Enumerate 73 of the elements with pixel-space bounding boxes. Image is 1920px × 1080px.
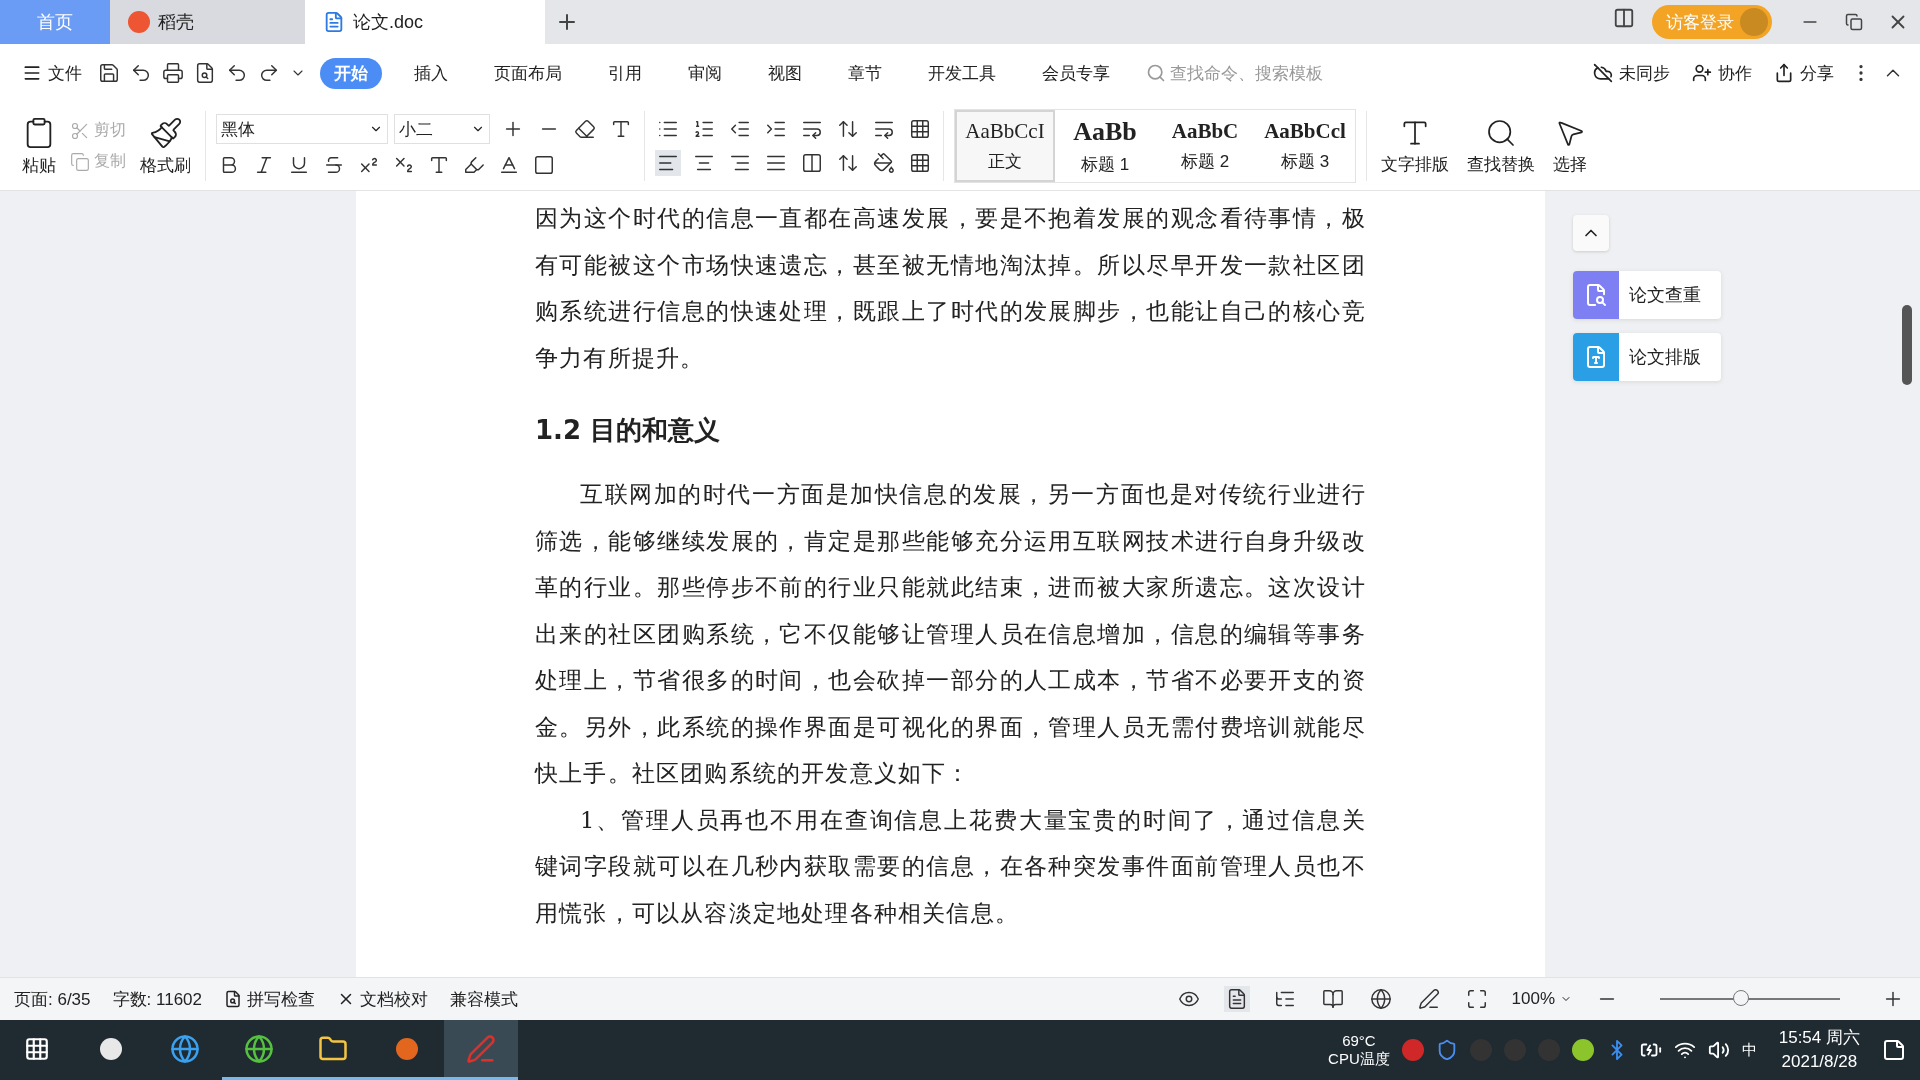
- tab-label: 首页: [37, 11, 73, 34]
- style-preview: AaBbC: [1171, 119, 1239, 144]
- ribbon-tab[interactable]: 会员专享: [1028, 57, 1124, 89]
- page-view-icon[interactable]: [1223, 986, 1250, 1012]
- ribbon-tab[interactable]: 开发工具: [914, 57, 1010, 89]
- style-label: 标题 1: [1080, 153, 1130, 176]
- style-preview: AaBbCcI: [965, 119, 1045, 144]
- find-tool-button[interactable]: 查找替换: [1463, 116, 1539, 176]
- cpu-temperature: 69°C CPU温度: [1328, 1032, 1390, 1068]
- thesis-tool-button[interactable]: 论文排版: [1573, 333, 1721, 381]
- ribbon-tab[interactable]: 章节: [834, 57, 896, 89]
- avatar-icon: [1740, 8, 1768, 36]
- compat-mode-label: 兼容模式: [450, 988, 518, 1011]
- layout-tool-button[interactable]: 文字排版: [1377, 116, 1453, 176]
- menu-icon: [22, 63, 42, 83]
- style-preset[interactable]: AaBbC 标题 2: [1155, 110, 1255, 182]
- word-count: 字数: 11602: [112, 988, 202, 1011]
- sync-button[interactable]: 未同步: [1585, 61, 1678, 85]
- ribbon-tab[interactable]: 审阅: [674, 57, 736, 89]
- notification-icon[interactable]: [1882, 1038, 1906, 1062]
- collab-button[interactable]: 协作: [1684, 61, 1760, 85]
- input-method-indicator[interactable]: 中: [1741, 1041, 1757, 1059]
- style-preset[interactable]: AaBb 标题 1: [1055, 110, 1155, 182]
- painter-icon: [148, 115, 183, 150]
- volume-icon[interactable]: [1707, 1039, 1730, 1061]
- body-paragraph: 因为这个时代的信息一直都在高速发展，要是不抱着发展的观念看待事情，极有可能被这个市场快速遗忘，甚至被无情地淘汰掉。所以尽早开发一款社区团购系统进行信息的快速处理，既跟上了时代的发展脚步，也能让自己的核心竞争力有所提升。: [535, 204, 1366, 373]
- clock[interactable]: 15:54 周六 2021/8/28: [1778, 1026, 1860, 1074]
- spell-icon: [224, 990, 242, 1008]
- font-size-select[interactable]: 小二: [394, 114, 490, 144]
- collab-icon: [1692, 63, 1712, 83]
- style-preset[interactable]: AaBbCcl 标题 3: [1255, 110, 1355, 182]
- file-menu[interactable]: 文件: [14, 61, 90, 85]
- font-select[interactable]: 黑体: [216, 114, 388, 144]
- style-label: 标题 2: [1180, 151, 1230, 173]
- style-preview: AaBb: [1073, 116, 1137, 147]
- ribbon-tab[interactable]: 插入: [400, 57, 462, 89]
- share-icon: [1774, 63, 1794, 83]
- zoom-select[interactable]: 100%: [1511, 989, 1572, 1009]
- style-preset[interactable]: AaBbCcI 正文: [955, 110, 1055, 182]
- wps-app-icon[interactable]: [444, 1020, 518, 1080]
- scrollbar-thumb[interactable]: [1902, 305, 1912, 385]
- style-preview: AaBbCcl: [1264, 119, 1346, 144]
- select-tool-button[interactable]: 选择: [1549, 116, 1591, 176]
- style-label: 正文: [988, 151, 1022, 173]
- search-icon: [1146, 63, 1166, 83]
- zoom-slider-thumb[interactable]: [1733, 990, 1749, 1006]
- paste-button[interactable]: 粘贴: [18, 115, 60, 177]
- cut-icon: [70, 120, 90, 141]
- painter-button[interactable]: 格式刷: [136, 115, 195, 177]
- print-icon[interactable]: [160, 60, 186, 86]
- ribbon-tab[interactable]: 视图: [754, 57, 816, 89]
- thesis-tool-button[interactable]: 论文查重: [1573, 271, 1721, 319]
- tab-label: 稻壳: [158, 11, 194, 34]
- section-heading: 1.2 目的和意义: [535, 414, 722, 447]
- style-label: 标题 3: [1280, 151, 1330, 173]
- sync-icon: [1593, 63, 1613, 83]
- shading-icon[interactable]: [871, 150, 897, 176]
- spell-check-button[interactable]: 拼写检查: [224, 987, 315, 1011]
- docer-logo-icon: [128, 11, 150, 33]
- tab-label: 论文.doc: [353, 11, 424, 34]
- word-doc-icon: [323, 11, 345, 33]
- page-count: 页面: 6/35: [14, 988, 91, 1011]
- share-button[interactable]: 分享: [1766, 61, 1842, 85]
- ribbon-tab[interactable]: 引用: [594, 57, 656, 89]
- document-tab[interactable]: 稻壳: [110, 0, 305, 44]
- ribbon-tab[interactable]: 页面布局: [480, 57, 576, 89]
- proof-check-button[interactable]: 文档校对: [337, 987, 428, 1011]
- copy-icon: [70, 151, 90, 172]
- align-left-icon[interactable]: [655, 150, 681, 176]
- document-tab[interactable]: 论文.doc: [305, 0, 545, 44]
- tray-app-icon[interactable]: [1571, 1039, 1594, 1061]
- body-paragraph: 互联网加的时代一方面是加快信息的发展，另一方面也是对传统行业进行筛选，能够继续发展的，肯定是那些能够充分运用互联网技术进行自身升级改革的行业。那些停步不前的行业只能就此结束，进而被大家所遗忘。这次设计出来的社区团购系统，它不仅能够让管理人员在信息增加，信息的编辑等事务处理上，节省很多的时间，也会砍掉一部分的人工成本，节省不必要开支的资金。另外，此系统的操作界面是可视化的界面，管理人员无需付费培训就能尽快上手。社区团购系统的开发意义如下：: [535, 480, 1366, 788]
- body-paragraph: 1、管理人员再也不用在查询信息上花费大量宝贵的时间了，通过信息关键词字段就可以在几秒内获取需要的信息，在各种突发事件面前管理人员也不用慌张，可以从容淡定地处理各种相关信息。: [535, 805, 1366, 928]
